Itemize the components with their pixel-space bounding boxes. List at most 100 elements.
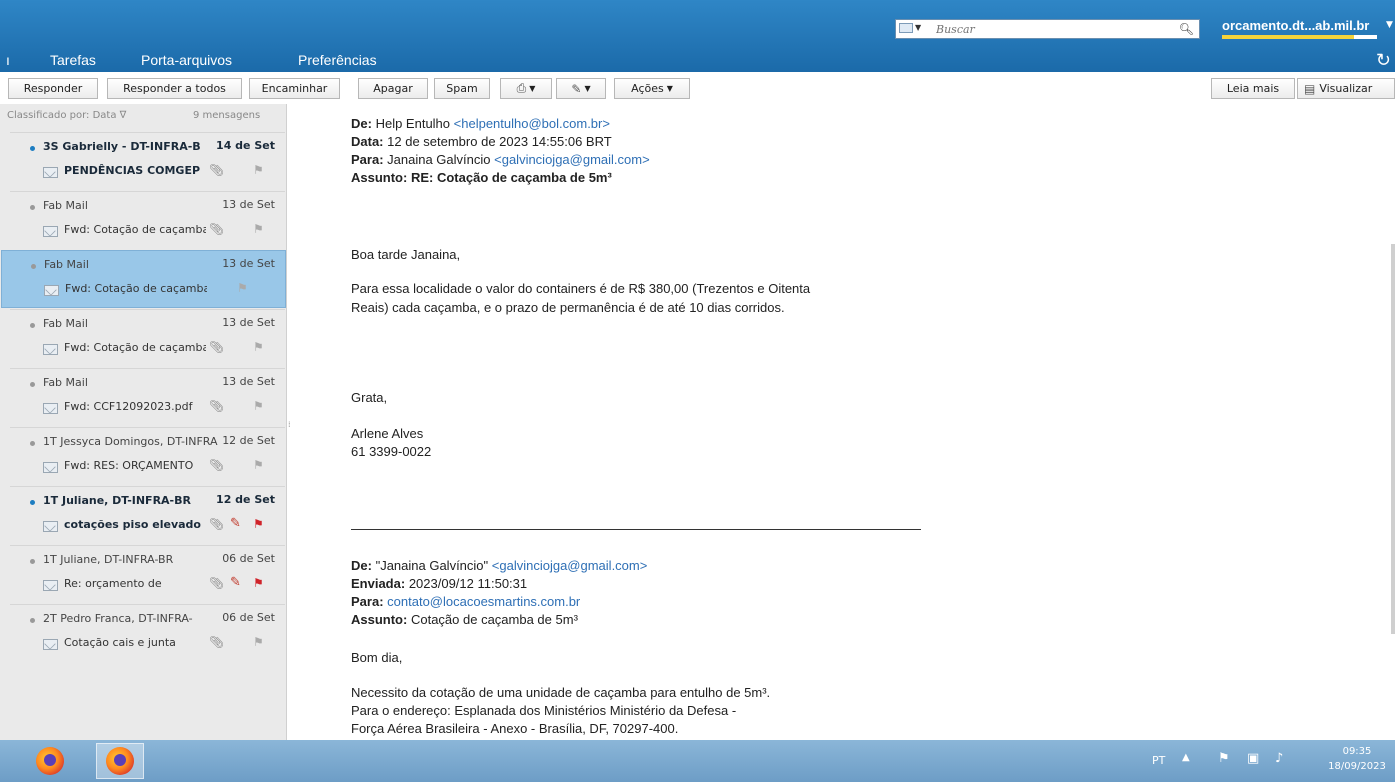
tab-preferencias[interactable]: Preferências — [298, 52, 377, 68]
message-row[interactable]: Fab Mail 13 de Set Fwd: Cotação de caçamba… — [10, 191, 285, 249]
message-date: 12 de Set — [216, 493, 275, 506]
chevron-down-icon[interactable]: ▼ — [1386, 20, 1393, 30]
reply-all-button[interactable]: Responder a todos — [107, 78, 242, 99]
message-subject: PENDÊNCIAS COMGEP — [64, 164, 201, 177]
quoted-sent: Enviada: 2023/09/12 11:50:31 — [351, 576, 528, 591]
attachment-icon: 📎︎ — [209, 576, 225, 590]
attachment-icon: 📎︎ — [209, 163, 225, 177]
message-date: 06 de Set — [222, 611, 275, 624]
forward-button[interactable]: Encaminhar — [249, 78, 340, 99]
delete-button[interactable]: Apagar — [358, 78, 428, 99]
message-subject: Fwd: RES: ORÇAMENTO — [64, 459, 194, 472]
reading-pane: De: Help Entulho <helpentulho@bol.com.br… — [298, 104, 1395, 740]
flag-icon[interactable]: ⚑ — [253, 222, 264, 236]
tag-button[interactable]: ✎ ▼ — [556, 78, 606, 99]
attachment-icon: 📎︎ — [209, 635, 225, 649]
status-dot — [30, 323, 35, 328]
actions-label: Ações — [631, 82, 664, 95]
action-center-flag-icon[interactable]: ⚑ — [1218, 751, 1230, 766]
tab-tarefas[interactable]: Tarefas — [50, 52, 96, 68]
search-input[interactable] — [936, 22, 1166, 36]
sort-icon[interactable]: ∇ — [120, 110, 127, 121]
flag-icon[interactable]: ⚑ — [253, 458, 264, 472]
tag-icon[interactable]: ✎ — [230, 516, 241, 531]
volume-icon[interactable]: ♪ — [1275, 751, 1283, 766]
message-subject: Cotação cais e junta — [64, 636, 176, 649]
tag-icon: ✎ — [571, 81, 582, 96]
view-icon: ▤ — [1304, 81, 1316, 96]
message-sender: Fab Mail — [43, 376, 88, 389]
message-list: Classificado por: Data ∇ 9 mensagens 3S … — [0, 104, 287, 740]
taskbar-firefox[interactable] — [26, 743, 74, 779]
quoted-subject: Assunto: Cotação de caçamba de 5m³ — [351, 612, 578, 627]
flag-icon[interactable]: ⚑ — [253, 340, 264, 354]
attachment-icon: 📎︎ — [209, 458, 225, 472]
read-more-button[interactable]: Leia mais — [1211, 78, 1295, 99]
printer-icon: ⎙ — [516, 81, 527, 95]
message-sender: 1T Juliane, DT-INFRA-BR — [43, 494, 191, 507]
search-type-dropdown[interactable]: ▼ — [899, 23, 929, 36]
quote-divider — [351, 529, 921, 530]
quoted-from-address[interactable]: <galvinciojga@gmail.com> — [492, 558, 648, 573]
print-button[interactable]: ⎙ ▼ — [500, 78, 552, 99]
view-button[interactable]: ▤ Visualizar — [1297, 78, 1395, 99]
search-box[interactable]: ▼ 🔍︎ — [895, 19, 1200, 39]
reader-scrollbar[interactable] — [1391, 244, 1395, 634]
email-to-address[interactable]: <galvinciojga@gmail.com> — [494, 152, 650, 167]
flag-icon[interactable]: ⚑ — [237, 281, 248, 295]
refresh-icon[interactable]: ↻ — [1376, 50, 1391, 71]
message-date: 12 de Set — [222, 434, 275, 447]
show-hidden-icons[interactable]: ▲ — [1182, 752, 1190, 763]
message-row[interactable]: 1T Juliane, DT-INFRA-BR 06 de Set Re: orça… — [10, 545, 285, 603]
message-subject: cotações piso elevado — [64, 518, 201, 531]
actions-button[interactable]: Ações ▼ — [614, 78, 690, 99]
language-indicator[interactable]: PT — [1152, 754, 1165, 767]
email-to-name: Janaina Galvíncio — [387, 152, 491, 167]
status-dot — [30, 618, 35, 623]
account-name[interactable]: orcamento.dt...ab.mil.br — [1222, 18, 1369, 33]
message-date: 13 de Set — [222, 198, 275, 211]
taskbar-firefox-active[interactable] — [96, 743, 144, 779]
message-row[interactable]: Fab Mail 13 de Set Fwd: CCF12092023.pdf 📎︎ ⚑ — [10, 368, 285, 426]
message-row[interactable]: 1T Jessyca Domingos, DT-INFRA 12 de Set Fw… — [10, 427, 285, 485]
message-row[interactable]: 1T Juliane, DT-INFRA-BR 12 de Set cotações… — [10, 486, 285, 544]
message-row[interactable]: 3S Gabrielly - DT-INFRA-B 14 de Set PENDÊN… — [10, 132, 285, 190]
pane-splitter[interactable]: ⁞ — [288, 420, 292, 432]
status-dot — [30, 382, 35, 387]
status-dot — [30, 146, 35, 151]
quoted-to-address[interactable]: contato@locacoesmartins.com.br — [387, 594, 580, 609]
view-label: Visualizar — [1319, 82, 1373, 95]
flag-icon[interactable]: ⚑ — [253, 635, 264, 649]
quota-fill — [1222, 35, 1354, 39]
tag-icon[interactable]: ✎ — [230, 575, 241, 590]
taskbar: PT ▲ ⚑ ▣ ♪ 09:35 18/09/2023 — [0, 740, 1395, 782]
clock[interactable]: 09:35 18/09/2023 — [1327, 744, 1387, 774]
attachment-icon: 📎︎ — [209, 517, 225, 531]
sort-label[interactable]: Classificado por: Data — [7, 110, 116, 121]
message-row[interactable]: Fab Mail 13 de Set Fwd: Cotação de caçamba… — [10, 309, 285, 367]
flag-icon[interactable]: ⚑ — [253, 163, 264, 177]
network-icon[interactable]: ▣ — [1247, 751, 1259, 766]
message-subject: Fwd: Cotação de caçamba — [64, 341, 206, 354]
flag-icon[interactable]: ⚑ — [253, 517, 264, 531]
firefox-icon — [36, 747, 64, 775]
spam-button[interactable]: Spam — [434, 78, 490, 99]
message-row[interactable]: 2T Pedro Franca, DT-INFRA- 06 de Set Cotaç… — [10, 604, 285, 662]
message-row[interactable]: Fab Mail 13 de Set Fwd: Cotação de caçamba… — [1, 250, 286, 308]
envelope-icon — [43, 167, 58, 178]
reply-button[interactable]: Responder — [8, 78, 98, 99]
flag-icon[interactable]: ⚑ — [253, 399, 264, 413]
quoted-greeting: Bom dia, — [351, 650, 403, 665]
quoted-body-line: Força Aérea Brasileira - Anexo - Brasíli… — [351, 721, 679, 736]
app-header: ▼ 🔍︎ orcamento.dt...ab.mil.br ▼ ı Tarefa… — [0, 0, 1395, 72]
email-from-address[interactable]: <helpentulho@bol.com.br> — [454, 116, 610, 131]
search-icon[interactable]: 🔍︎ — [1179, 22, 1194, 36]
message-sender: Fab Mail — [44, 258, 89, 271]
tab-porta-arquivos[interactable]: Porta-arquivos — [141, 52, 232, 68]
status-dot — [30, 500, 35, 505]
envelope-icon — [43, 344, 58, 355]
flag-icon[interactable]: ⚑ — [253, 576, 264, 590]
envelope-icon — [43, 226, 58, 237]
email-from: De: Help Entulho <helpentulho@bol.com.br… — [351, 116, 610, 131]
attachment-icon: 📎︎ — [209, 340, 225, 354]
